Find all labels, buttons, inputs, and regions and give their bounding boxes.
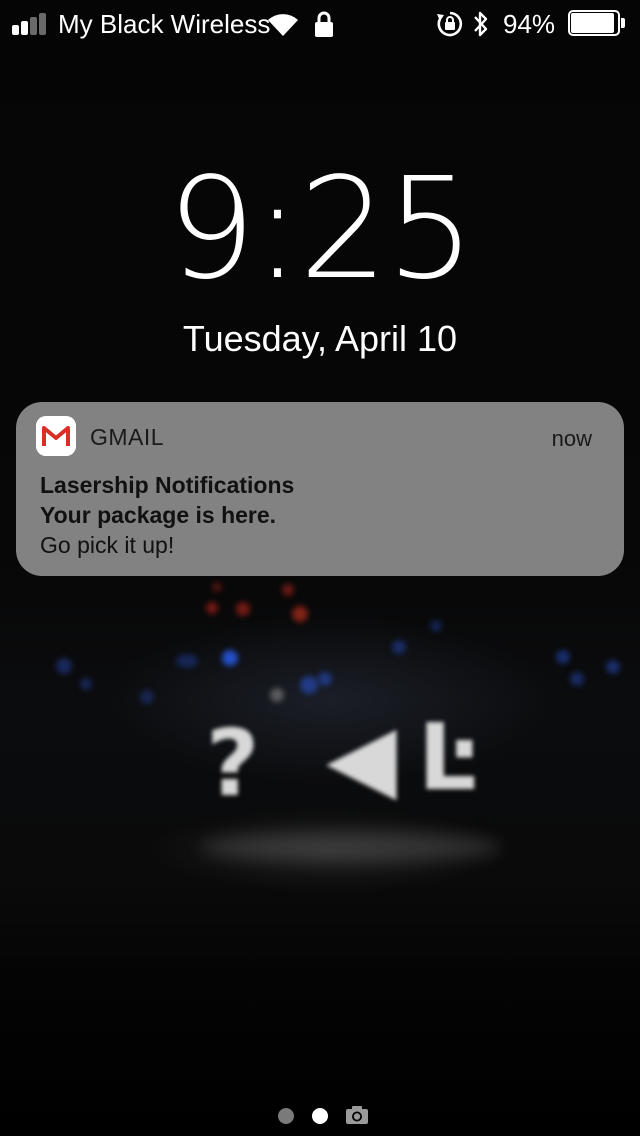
page-dot-2[interactable] [312,1108,328,1124]
lock-icon [315,11,333,37]
bluetooth-icon [474,11,488,37]
notification-body: Go pick it up! [40,532,175,558]
battery-percentage: 94% [503,9,556,39]
rotation-lock-icon [437,11,463,37]
gmail-notification-card[interactable]: GMAIL now Lasership Notifications Your p… [16,402,624,576]
battery-icon [568,10,628,38]
status-bar: My Black Wireless 94% [0,0,640,50]
lock-screen-clock: 9:25 [166,148,475,311]
gmail-icon [36,416,76,456]
notification-subtitle: Your package is here. [40,502,277,528]
camera-icon[interactable] [345,1105,369,1125]
page-indicator [0,1100,640,1130]
wifi-icon [268,14,298,36]
lock-screen-date: Tuesday, April 10 [182,318,458,359]
notification-time: now [551,426,592,451]
cellular-signal-icon [12,13,52,35]
carrier-name: My Black Wireless [58,9,271,39]
notification-app-name: GMAIL [90,424,165,450]
notification-title: Lasership Notifications [40,472,295,498]
page-dot-1[interactable] [278,1108,294,1124]
